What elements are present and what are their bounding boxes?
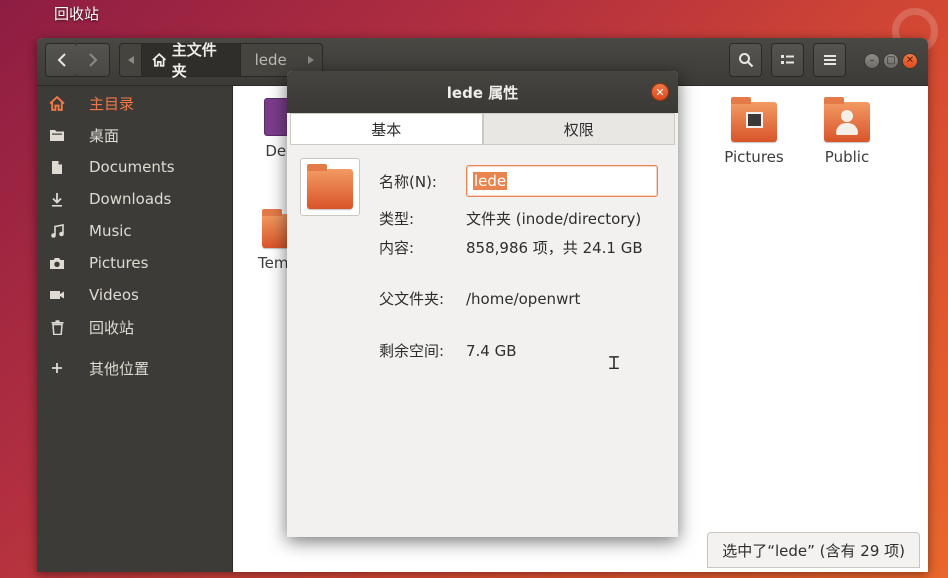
sidebar-item-trash[interactable]: 回收站 bbox=[37, 311, 232, 343]
parent-row: 父文件夹: /home/openwrt bbox=[379, 288, 580, 309]
path-home-button[interactable]: 主文件夹 bbox=[141, 41, 241, 80]
chevron-right-icon bbox=[89, 53, 98, 67]
menu-button[interactable] bbox=[813, 43, 846, 77]
triangle-left-icon bbox=[127, 56, 134, 64]
document-icon bbox=[37, 160, 77, 175]
sidebar-item-downloads[interactable]: Downloads bbox=[37, 183, 232, 215]
parent-value: /home/openwrt bbox=[466, 289, 581, 308]
text-cursor-icon: Ɪ bbox=[609, 353, 620, 374]
folder-icon bbox=[307, 164, 353, 209]
free-space-row: 剩余空间: 7.4 GB bbox=[379, 340, 517, 361]
name-row: 名称(N): lede bbox=[379, 165, 658, 197]
maximize-button[interactable]: ▢ bbox=[883, 53, 899, 69]
name-input-value: lede bbox=[473, 172, 508, 190]
sidebar-item-music[interactable]: Music bbox=[37, 215, 232, 247]
minimize-icon: – bbox=[869, 55, 875, 66]
music-icon bbox=[37, 223, 77, 239]
type-value: 文件夹 (inode/directory) bbox=[466, 210, 642, 228]
path-current-button[interactable]: lede bbox=[241, 51, 301, 69]
free-space-label: 剩余空间: bbox=[379, 342, 445, 360]
sidebar-item-other-locations[interactable]: 其他位置 bbox=[37, 352, 232, 384]
folder-icon-button[interactable] bbox=[300, 158, 360, 216]
public-folder-icon bbox=[824, 97, 870, 142]
contents-label: 内容: bbox=[379, 239, 415, 257]
name-input[interactable]: lede bbox=[466, 165, 658, 197]
close-icon: ✕ bbox=[905, 55, 915, 66]
sidebar-item-videos[interactable]: Videos bbox=[37, 279, 232, 311]
sidebar-item-label: Downloads bbox=[89, 190, 172, 208]
file-item-pictures[interactable]: Pictures bbox=[717, 97, 791, 166]
search-button[interactable] bbox=[729, 43, 762, 77]
sidebar-item-documents[interactable]: Documents bbox=[37, 151, 232, 183]
dialog-close-button[interactable]: ✕ bbox=[651, 83, 669, 101]
path-home-label: 主文件夹 bbox=[171, 41, 217, 80]
triangle-right-icon bbox=[308, 56, 315, 64]
download-icon bbox=[37, 192, 77, 207]
dialog-title: lede 属性 bbox=[446, 83, 519, 102]
parent-label: 父文件夹: bbox=[379, 290, 445, 308]
tab-basic[interactable]: 基本 bbox=[290, 113, 483, 144]
path-scroll-left-button[interactable] bbox=[120, 44, 141, 76]
sidebar-item-label: Music bbox=[89, 222, 132, 240]
home-icon bbox=[37, 95, 77, 111]
dialog-body: 名称(N): lede 类型: 文件夹 (inode/directory) 内容… bbox=[287, 145, 678, 537]
plus-icon bbox=[37, 362, 77, 374]
status-bar: 选中了“lede” (含有 29 项) bbox=[707, 532, 920, 568]
file-item-label: Public bbox=[824, 148, 870, 166]
sidebar-item-label: Documents bbox=[89, 158, 175, 176]
trash-icon bbox=[37, 319, 77, 335]
home-icon bbox=[152, 53, 167, 67]
sidebar-item-pictures[interactable]: Pictures bbox=[37, 247, 232, 279]
type-row: 类型: 文件夹 (inode/directory) bbox=[379, 208, 641, 229]
back-button[interactable] bbox=[45, 43, 78, 77]
hamburger-icon bbox=[823, 55, 836, 65]
chevron-left-icon bbox=[57, 53, 66, 67]
dialog-titlebar: lede 属性 ✕ bbox=[287, 71, 678, 113]
contents-value: 858,986 项，共 24.1 GB bbox=[466, 239, 643, 257]
dialog-tabs: 基本 权限 bbox=[290, 113, 675, 145]
desktop-trash-label[interactable]: 回收站 bbox=[54, 3, 99, 24]
sidebar-item-label: 回收站 bbox=[89, 318, 135, 337]
free-space-value: 7.4 GB bbox=[466, 341, 517, 360]
video-icon bbox=[37, 289, 77, 301]
close-window-button[interactable]: ✕ bbox=[902, 53, 918, 69]
properties-dialog: lede 属性 ✕ 基本 权限 名称(N): lede 类型: 文件夹 (ino… bbox=[287, 71, 678, 537]
file-item-public[interactable]: Public bbox=[810, 97, 884, 166]
forward-button[interactable] bbox=[77, 43, 110, 77]
name-label: 名称(N): bbox=[379, 172, 437, 191]
desktop-folder-icon bbox=[37, 128, 77, 142]
pictures-folder-icon bbox=[731, 97, 777, 142]
sidebar-item-label: 桌面 bbox=[89, 126, 120, 145]
maximize-icon: ▢ bbox=[886, 55, 896, 66]
search-icon bbox=[738, 53, 753, 68]
sidebar-item-home[interactable]: 主目录 bbox=[37, 87, 232, 119]
minimize-button[interactable]: – bbox=[864, 53, 880, 69]
tab-permissions[interactable]: 权限 bbox=[482, 113, 675, 144]
window-controls: – ▢ ✕ bbox=[864, 53, 918, 69]
sidebar-item-label: 其他位置 bbox=[89, 359, 150, 378]
type-label: 类型: bbox=[379, 210, 415, 228]
sidebar: 主目录 桌面 Documents Downloads Music Picture… bbox=[37, 86, 233, 572]
camera-icon bbox=[37, 256, 77, 270]
file-item-label: Pictures bbox=[724, 148, 784, 166]
view-toggle-button[interactable] bbox=[771, 43, 804, 77]
sidebar-item-label: Pictures bbox=[89, 254, 149, 272]
contents-row: 内容: 858,986 项，共 24.1 GB bbox=[379, 237, 643, 258]
sidebar-item-label: Videos bbox=[89, 286, 139, 304]
sidebar-item-label: 主目录 bbox=[89, 94, 135, 113]
close-icon: ✕ bbox=[655, 85, 665, 99]
list-view-icon bbox=[780, 55, 794, 64]
sidebar-item-desktop[interactable]: 桌面 bbox=[37, 119, 232, 151]
